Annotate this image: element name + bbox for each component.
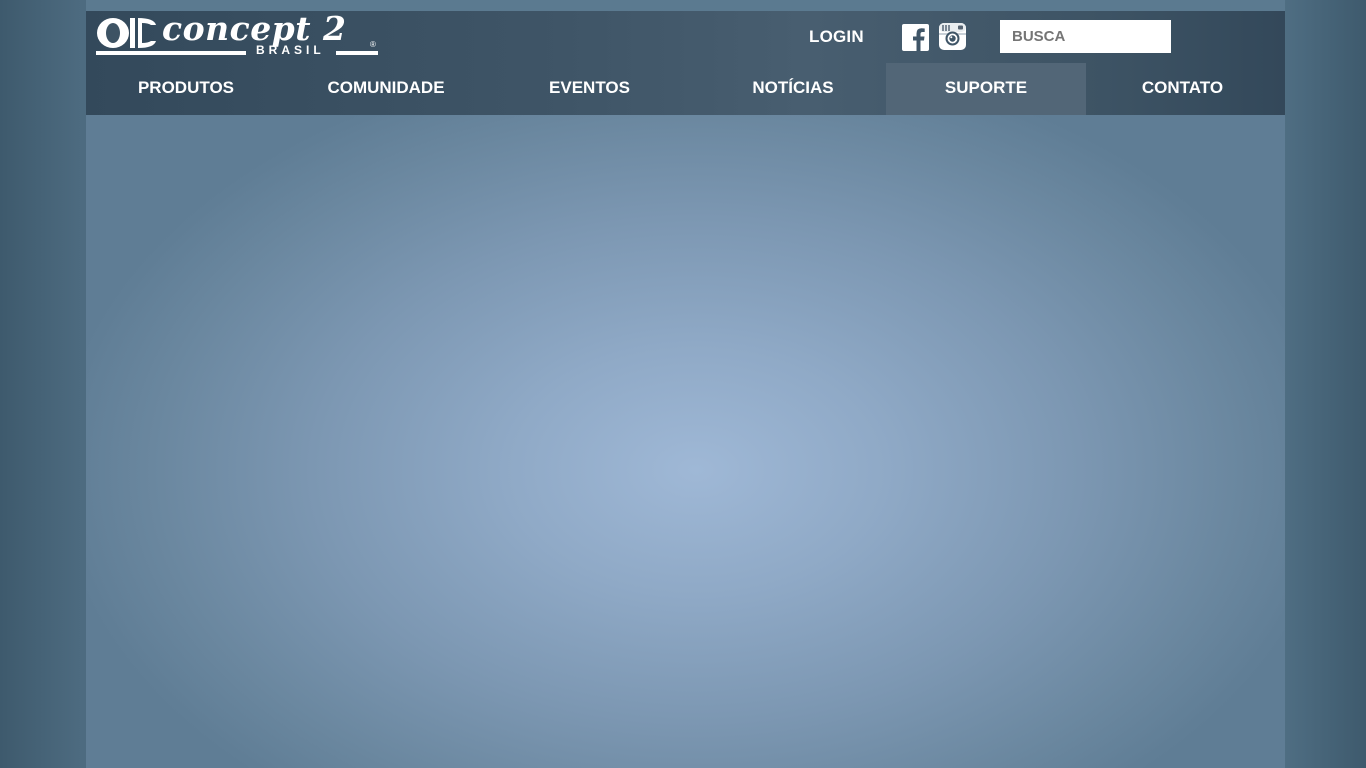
- facebook-icon[interactable]: [902, 24, 929, 51]
- nav-item-contato[interactable]: CONTATO: [1086, 63, 1279, 115]
- nav-item-eventos[interactable]: EVENTOS: [486, 63, 693, 115]
- nav-item-suporte[interactable]: SUPORTE: [886, 63, 1086, 115]
- main-nav: PRODUTOS COMUNIDADE EVENTOS NOTÍCIAS SUP…: [86, 63, 1285, 115]
- instagram-icon[interactable]: [939, 23, 966, 50]
- login-link[interactable]: LOGIN: [809, 27, 864, 47]
- logo-underline-right: [336, 51, 378, 55]
- logo-mark-icon: [97, 18, 156, 48]
- nav-item-label: SUPORTE: [944, 78, 1028, 97]
- nav-item-label: NOTÍCIAS: [752, 78, 834, 97]
- nav-item-label: EVENTOS: [549, 78, 630, 97]
- nav-item-label: PRODUTOS: [137, 78, 235, 97]
- nav-item-produtos[interactable]: PRODUTOS: [86, 63, 286, 115]
- concept2-logo[interactable]: concept 2 BRASIL ®: [96, 9, 381, 59]
- nav-item-label: COMUNIDADE: [327, 78, 445, 97]
- page-container: concept 2 BRASIL ® LOGIN BUSCA PRODUTOS …: [86, 0, 1285, 768]
- registered-mark: ®: [370, 40, 376, 49]
- site-header: concept 2 BRASIL ® LOGIN BUSCA PRODUTOS …: [86, 9, 1285, 115]
- nav-item-comunidade[interactable]: COMUNIDADE: [286, 63, 486, 115]
- search-input[interactable]: [1000, 20, 1171, 53]
- logo-underline-left: [96, 51, 246, 55]
- nav-item-label: CONTATO: [1141, 78, 1224, 97]
- nav-item-noticias[interactable]: NOTÍCIAS: [693, 63, 893, 115]
- logo-subtitle: BRASIL: [256, 43, 325, 57]
